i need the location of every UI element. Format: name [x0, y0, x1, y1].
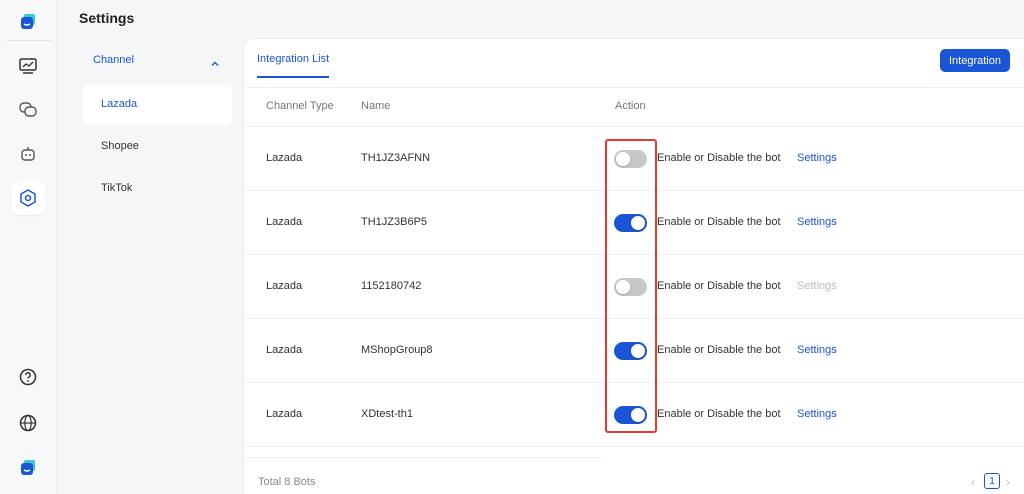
rail-divider [6, 40, 52, 41]
integration-panel: Integration List Integration Channel Typ… [243, 38, 1024, 494]
pagination-page-current[interactable]: 1 [984, 473, 1000, 489]
toggle-label: Enable or Disable the bot [657, 280, 781, 292]
toggle-label: Enable or Disable the bot [657, 344, 781, 356]
bot-icon[interactable] [11, 137, 45, 171]
bot-name-cell: MShopGroup8 [361, 344, 433, 356]
pagination-next-icon[interactable]: › [1006, 475, 1010, 489]
column-header-action: Action [615, 100, 646, 112]
user-avatar-icon[interactable] [11, 451, 45, 485]
tab-integration-list[interactable]: Integration List [257, 53, 330, 78]
footer-divider [244, 457, 604, 458]
channel-type-cell: Lazada [266, 280, 303, 292]
chat-icon[interactable] [11, 93, 45, 127]
subnav-item-label: Lazada [101, 98, 138, 110]
column-header-channel-type: Channel Type [266, 100, 334, 112]
bot-name-cell: TH1JZ3B6P5 [361, 216, 428, 228]
chevron-up-icon [210, 56, 220, 74]
integration-icon[interactable] [11, 181, 45, 215]
bot-name-cell: 1152180742 [361, 280, 422, 292]
channel-type-cell: Lazada [266, 152, 303, 164]
app-logo-icon[interactable] [11, 5, 45, 39]
subnav-item-shopee[interactable]: Shopee [82, 127, 232, 167]
language-icon[interactable] [11, 406, 45, 440]
settings-link[interactable]: Settings [797, 344, 837, 356]
toggle-label: Enable or Disable the bot [657, 216, 781, 228]
toggle-highlight-box [605, 139, 657, 433]
add-integration-button[interactable]: Integration [940, 49, 1010, 72]
settings-link[interactable]: Settings [797, 216, 837, 228]
settings-link[interactable]: Settings [797, 152, 837, 164]
pagination-prev-icon[interactable]: ‹ [971, 475, 975, 489]
icon-rail [0, 0, 58, 494]
bot-name-cell: TH1JZ3AFNN [361, 152, 431, 164]
help-icon[interactable] [11, 360, 45, 394]
page-title: Settings [79, 10, 135, 26]
subnav-item-label: TikTok [101, 182, 133, 194]
channel-subnav: Channel Lazada Shopee TikTok [62, 38, 242, 494]
channel-type-cell: Lazada [266, 344, 303, 356]
toggle-label: Enable or Disable the bot [657, 152, 781, 164]
bot-name-cell: XDtest-th1 [361, 408, 413, 420]
subnav-item-tiktok[interactable]: TikTok [82, 169, 232, 209]
channel-group-toggle[interactable]: Channel [62, 52, 242, 70]
settings-link[interactable]: Settings [797, 408, 837, 420]
column-header-name: Name [361, 100, 391, 112]
tabs-divider [244, 87, 1024, 88]
channel-type-cell: Lazada [266, 408, 303, 420]
dashboard-icon[interactable] [11, 49, 45, 83]
settings-link-disabled: Settings [797, 280, 837, 292]
subnav-item-lazada[interactable]: Lazada [82, 85, 232, 125]
toggle-label: Enable or Disable the bot [657, 408, 781, 420]
channel-type-cell: Lazada [266, 216, 303, 228]
subnav-item-label: Shopee [101, 140, 139, 152]
channel-group-label: Channel [93, 54, 134, 66]
total-count: Total 8 Bots [258, 476, 316, 488]
